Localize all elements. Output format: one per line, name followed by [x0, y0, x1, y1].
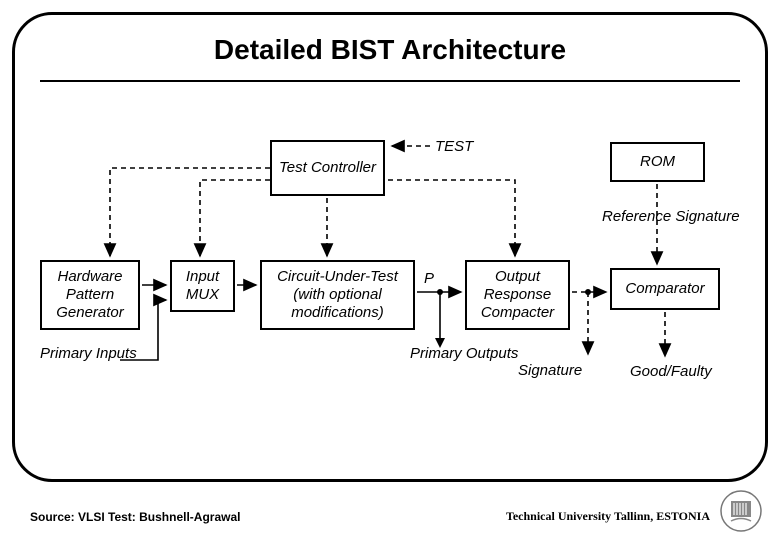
block-comparator: Comparator: [610, 268, 720, 310]
block-output-response-compacter: Output Response Compacter: [465, 260, 570, 330]
block-test-controller: Test Controller: [270, 140, 385, 196]
block-hardware-pattern-generator: Hardware Pattern Generator: [40, 260, 140, 330]
label-good-faulty: Good/Faulty: [630, 363, 712, 380]
block-circuit-under-test: Circuit-Under-Test (with optional modifi…: [260, 260, 415, 330]
label-reference-signature: Reference Signature: [602, 208, 740, 225]
label-p: P: [424, 270, 434, 287]
label-primary-inputs: Primary Inputs: [40, 345, 137, 362]
label-signature: Signature: [518, 362, 582, 379]
label-test: TEST: [435, 138, 473, 155]
block-rom: ROM: [610, 142, 705, 182]
diagram-canvas: Test Controller ROM Hardware Pattern Gen…: [40, 120, 740, 440]
label-primary-outputs: Primary Outputs: [410, 345, 518, 362]
page-title: Detailed BIST Architecture: [0, 34, 780, 66]
footer-source: Source: VLSI Test: Bushnell-Agrawal: [30, 510, 240, 524]
footer-affiliation: Technical University Tallinn, ESTONIA: [506, 509, 710, 524]
university-logo-icon: [720, 490, 762, 532]
title-underline: [40, 80, 740, 82]
block-input-mux: Input MUX: [170, 260, 235, 312]
